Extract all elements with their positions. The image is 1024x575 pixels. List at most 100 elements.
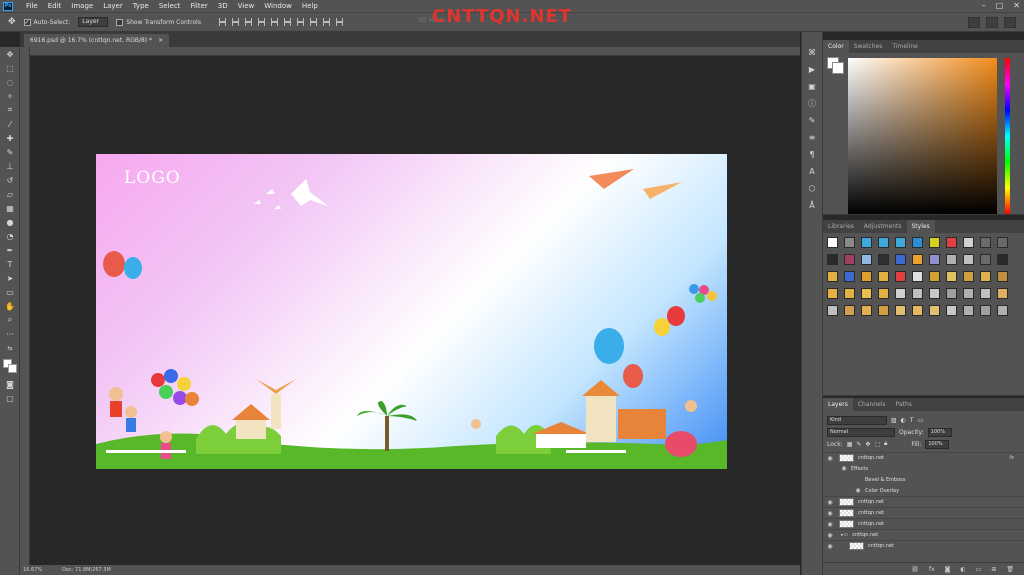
style-swatch[interactable]: [895, 305, 906, 316]
style-swatch[interactable]: [963, 288, 974, 299]
style-swatch[interactable]: [912, 305, 923, 316]
style-swatch[interactable]: [946, 288, 957, 299]
background-color-swatch[interactable]: [832, 62, 844, 74]
transform-controls-option[interactable]: Show Transform Controls: [116, 18, 201, 26]
tab-adjustments[interactable]: Adjustments: [859, 220, 907, 233]
effects-row[interactable]: ◉ Effects: [823, 463, 1024, 474]
menu-file[interactable]: File: [21, 2, 43, 10]
filter-adjust-icon[interactable]: ◐: [901, 417, 906, 424]
share-icon[interactable]: [1004, 17, 1016, 28]
style-swatch[interactable]: [861, 288, 872, 299]
color-field[interactable]: [848, 58, 997, 214]
link-layers-icon[interactable]: ⛓: [911, 566, 919, 573]
auto-select-option[interactable]: ✓ Auto-Select:: [23, 18, 70, 26]
align-icon[interactable]: [309, 18, 317, 26]
visibility-eye-icon[interactable]: ◉: [823, 499, 837, 506]
lock-artboard-icon[interactable]: ⬚: [874, 441, 880, 448]
layer-row[interactable]: ◉ cnttqn.net: [823, 496, 1024, 507]
add-mask-icon[interactable]: ◙: [945, 566, 951, 573]
adjustment-layer-icon[interactable]: ◐: [960, 566, 965, 573]
lasso-icon[interactable]: ◌: [0, 75, 20, 89]
brush-icon[interactable]: ✎: [0, 145, 20, 159]
visibility-eye-icon[interactable]: ◉: [837, 465, 851, 472]
eraser-icon[interactable]: ▱: [0, 187, 20, 201]
align-icon[interactable]: [218, 18, 226, 26]
style-swatch[interactable]: [844, 288, 855, 299]
menu-view[interactable]: View: [233, 2, 260, 10]
more-tools-icon[interactable]: ···: [0, 327, 20, 341]
healing-brush-icon[interactable]: ✚: [0, 131, 20, 145]
zoom-icon[interactable]: ⌕: [0, 313, 20, 327]
hue-slider[interactable]: [1005, 58, 1010, 214]
tab-swatches[interactable]: Swatches: [849, 40, 888, 53]
type-icon[interactable]: T: [0, 257, 20, 271]
style-swatch[interactable]: [929, 288, 940, 299]
lock-brush-icon[interactable]: ✎: [856, 441, 861, 448]
style-swatch[interactable]: [980, 305, 991, 316]
tab-styles[interactable]: Styles: [906, 220, 935, 233]
quick-mask-icon[interactable]: ◙: [0, 377, 20, 391]
actions-icon[interactable]: ▶: [802, 61, 822, 78]
move-icon[interactable]: ✥: [0, 47, 20, 61]
document-canvas[interactable]: LOGO: [96, 154, 727, 469]
tab-layers[interactable]: Layers: [823, 398, 853, 411]
layer-row[interactable]: ◉ cnttqn.net fx: [823, 452, 1024, 463]
align-icon[interactable]: [335, 18, 343, 26]
menu-window[interactable]: Window: [259, 2, 297, 10]
visibility-eye-icon[interactable]: ◉: [823, 455, 837, 462]
align-icon[interactable]: [283, 18, 291, 26]
layer-row[interactable]: ◉ cnttqn.net: [823, 540, 1024, 551]
move-tool-icon[interactable]: ✥: [8, 17, 16, 27]
style-swatch[interactable]: [861, 305, 872, 316]
tab-timeline[interactable]: Timeline: [887, 40, 923, 53]
menu-type[interactable]: Type: [128, 2, 154, 10]
close-tab-icon[interactable]: ×: [158, 37, 163, 44]
menu-3d[interactable]: 3D: [213, 2, 233, 10]
style-swatch[interactable]: [878, 288, 889, 299]
filter-shape-icon[interactable]: ▭: [918, 417, 924, 424]
style-swatch[interactable]: [844, 271, 855, 282]
layer-row[interactable]: ◉ cnttqn.net: [823, 518, 1024, 529]
folder-icon[interactable]: ▸▭: [841, 532, 848, 538]
style-swatch[interactable]: [895, 254, 906, 265]
layer-row[interactable]: ◉ cnttqn.net: [823, 507, 1024, 518]
workspace-icon[interactable]: [986, 17, 998, 28]
style-swatch[interactable]: [997, 237, 1008, 248]
new-layer-icon[interactable]: ⊞: [991, 566, 996, 573]
style-swatch[interactable]: [844, 237, 855, 248]
style-swatch[interactable]: [929, 237, 940, 248]
style-swatch[interactable]: [912, 288, 923, 299]
path-selection-icon[interactable]: ➤: [0, 271, 20, 285]
info-icon[interactable]: ⓘ: [802, 95, 822, 112]
eyedropper-icon[interactable]: ⁄: [0, 117, 20, 131]
blend-mode-dropdown[interactable]: Normal: [827, 427, 895, 437]
style-swatch[interactable]: [895, 237, 906, 248]
lock-pixels-icon[interactable]: ▦: [847, 441, 853, 448]
style-swatch[interactable]: [878, 237, 889, 248]
search-icon[interactable]: [968, 17, 980, 28]
align-icon[interactable]: [270, 18, 278, 26]
style-swatch[interactable]: [912, 254, 923, 265]
filter-type-icon[interactable]: T: [910, 417, 914, 424]
foreground-background-icon[interactable]: [0, 355, 20, 377]
style-swatch[interactable]: [946, 254, 957, 265]
new-group-icon[interactable]: ▭: [976, 566, 982, 573]
visibility-eye-icon[interactable]: ◉: [823, 532, 837, 539]
style-swatch[interactable]: [929, 254, 940, 265]
visibility-eye-icon[interactable]: ◉: [823, 521, 837, 528]
transform-controls-checkbox[interactable]: [116, 18, 124, 26]
tab-paths[interactable]: Paths: [891, 398, 917, 411]
style-swatch[interactable]: [946, 271, 957, 282]
menu-image[interactable]: Image: [66, 2, 98, 10]
layer-group-row[interactable]: ◉ ▸▭ cnttqn.net: [823, 529, 1024, 540]
style-swatch[interactable]: [980, 237, 991, 248]
properties-icon[interactable]: ▣: [802, 78, 822, 95]
align-icon[interactable]: [231, 18, 239, 26]
zoom-level[interactable]: 16.67%: [23, 567, 42, 573]
style-swatch[interactable]: [861, 237, 872, 248]
style-swatch[interactable]: [878, 305, 889, 316]
menu-help[interactable]: Help: [297, 2, 323, 10]
style-swatch[interactable]: [912, 271, 923, 282]
pen-icon[interactable]: ✒: [0, 243, 20, 257]
fill-field[interactable]: 100%: [925, 439, 950, 449]
